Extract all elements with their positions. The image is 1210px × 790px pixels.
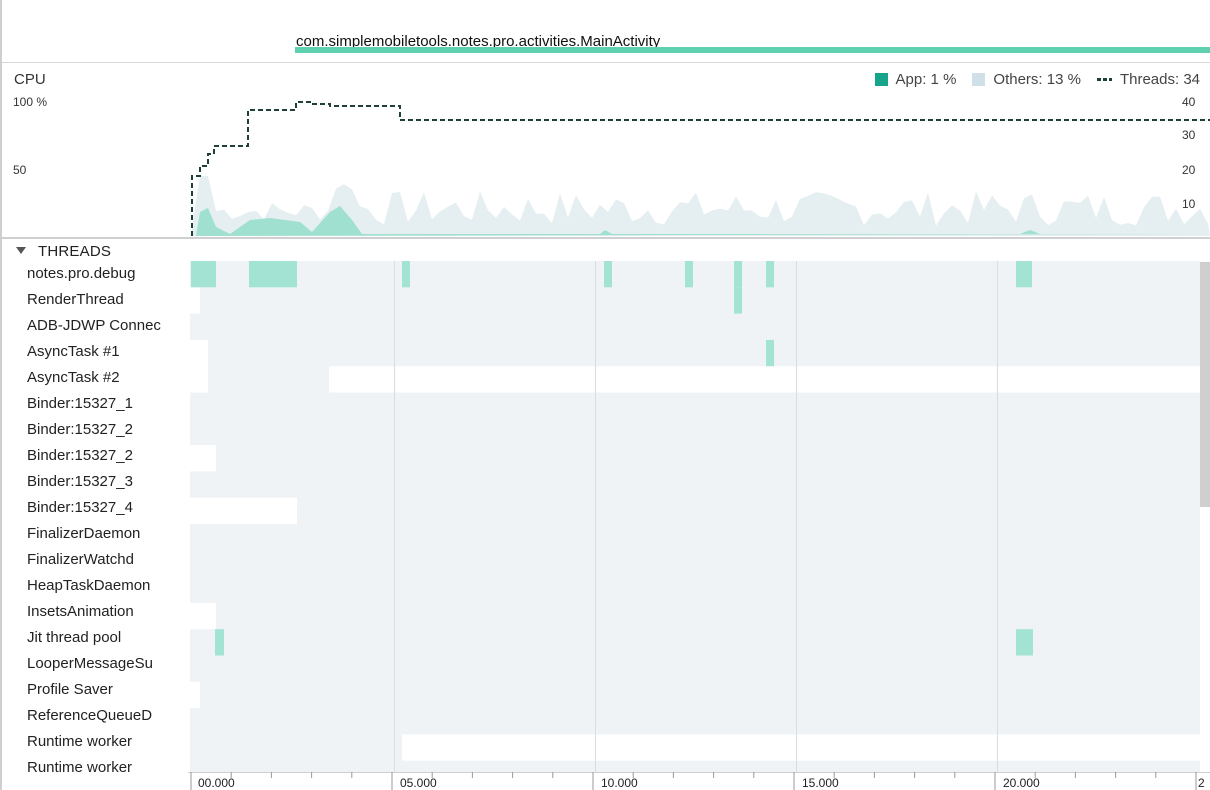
legend-others: Others: 13 % <box>972 71 1081 88</box>
thread-name[interactable]: notes.pro.debug <box>27 262 187 288</box>
thread-idle-gap <box>190 681 200 709</box>
legend-threads: Threads: 34 <box>1096 71 1200 88</box>
thread-name[interactable]: AsyncTask #1 <box>27 340 187 366</box>
cpu-title: CPU <box>14 71 46 88</box>
cpu-chart <box>0 101 1210 238</box>
thread-name[interactable]: Runtime worker <box>27 730 187 756</box>
thread-name[interactable]: Binder:15327_2 <box>27 418 187 444</box>
thread-name[interactable]: Runtime worker <box>27 756 187 772</box>
thread-name[interactable]: Jit thread pool <box>27 626 187 652</box>
thread-name[interactable]: Profile Saver <box>27 678 187 704</box>
legend-others-label: Others: 13 % <box>993 71 1081 88</box>
thread-activity-block <box>1016 261 1032 288</box>
cpu-legend: App: 1 % Others: 13 % Threads: 34 <box>859 71 1200 88</box>
thread-activity-block <box>685 261 693 288</box>
threads-dash-icon <box>1096 78 1112 81</box>
thread-activity-block <box>1016 629 1033 656</box>
tick-label: 05.000 <box>400 776 437 790</box>
thread-idle-gap <box>190 445 216 472</box>
tick-label: 20.000 <box>1003 776 1040 790</box>
thread-name[interactable]: Binder:15327_1 <box>27 392 187 418</box>
thread-idle-gap <box>190 602 216 630</box>
axis-right-30: 30 <box>1182 128 1196 142</box>
axis-left-100: 100 % <box>13 95 48 109</box>
thread-name[interactable]: ReferenceQueueD <box>27 704 187 730</box>
tick-label: 15.000 <box>802 776 839 790</box>
thread-name[interactable]: InsetsAnimation <box>27 600 187 626</box>
thread-name-list: notes.pro.debug RenderThread ADB-JDWP Co… <box>0 262 188 772</box>
thread-activity-block <box>734 287 742 314</box>
cpu-monitor[interactable]: CPU App: 1 % Others: 13 % Threads: 34 10… <box>0 62 1210 238</box>
activity-track: com.simplemobiletools.notes.pro.activiti… <box>0 0 1210 63</box>
thread-activity-block <box>766 261 774 288</box>
thread-activity-block <box>402 261 410 288</box>
thread-activity-block <box>604 261 612 288</box>
tracks-background <box>190 261 1200 772</box>
thread-name[interactable]: LooperMessageSu <box>27 652 187 678</box>
legend-app: App: 1 % <box>874 71 957 88</box>
tick-label: 10.000 <box>601 776 638 790</box>
thread-name[interactable]: FinalizerDaemon <box>27 522 187 548</box>
window-edge <box>0 0 2 790</box>
axis-right-40: 40 <box>1182 95 1196 109</box>
others-swatch-icon <box>972 73 986 86</box>
thread-name[interactable]: AsyncTask #2 <box>27 366 187 392</box>
axis-right-10: 10 <box>1182 197 1196 211</box>
time-ruler[interactable] <box>188 772 1210 790</box>
thread-activity-block <box>191 261 216 288</box>
thread-idle-gap <box>190 287 200 314</box>
thread-idle-gap <box>329 366 1200 393</box>
thread-name[interactable]: RenderThread <box>27 288 187 314</box>
thread-idle-gap <box>190 339 208 367</box>
thread-activity-block <box>215 629 224 656</box>
tick-label: 2 <box>1198 776 1205 790</box>
legend-app-label: App: 1 % <box>895 71 957 88</box>
thread-activity-block <box>734 261 742 288</box>
thread-idle-gap <box>190 497 297 524</box>
thread-name[interactable]: Binder:15327_4 <box>27 496 187 522</box>
collapse-triangle-icon[interactable] <box>16 247 26 254</box>
activity-bar[interactable] <box>295 47 1210 53</box>
thread-name[interactable]: Binder:15327_2 <box>27 444 187 470</box>
tick-label: 00.000 <box>198 776 235 790</box>
thread-name[interactable]: HeapTaskDaemon <box>27 574 187 600</box>
axis-left-50: 50 <box>13 163 27 177</box>
app-swatch-icon <box>874 73 888 86</box>
axis-right-20: 20 <box>1182 163 1196 177</box>
vertical-scrollbar[interactable] <box>1200 262 1210 507</box>
thread-activity-block <box>249 261 297 288</box>
thread-idle-gap <box>402 734 1200 761</box>
threads-title: THREADS <box>38 243 112 260</box>
thread-name[interactable]: ADB-JDWP Connec <box>27 314 187 340</box>
threads-header[interactable]: THREADS <box>0 238 1210 263</box>
thread-activity-block <box>766 339 774 367</box>
thread-name[interactable]: Binder:15327_3 <box>27 470 187 496</box>
thread-idle-gap <box>190 366 208 393</box>
legend-threads-label: Threads: 34 <box>1119 71 1200 88</box>
thread-name[interactable]: FinalizerWatchd <box>27 548 187 574</box>
